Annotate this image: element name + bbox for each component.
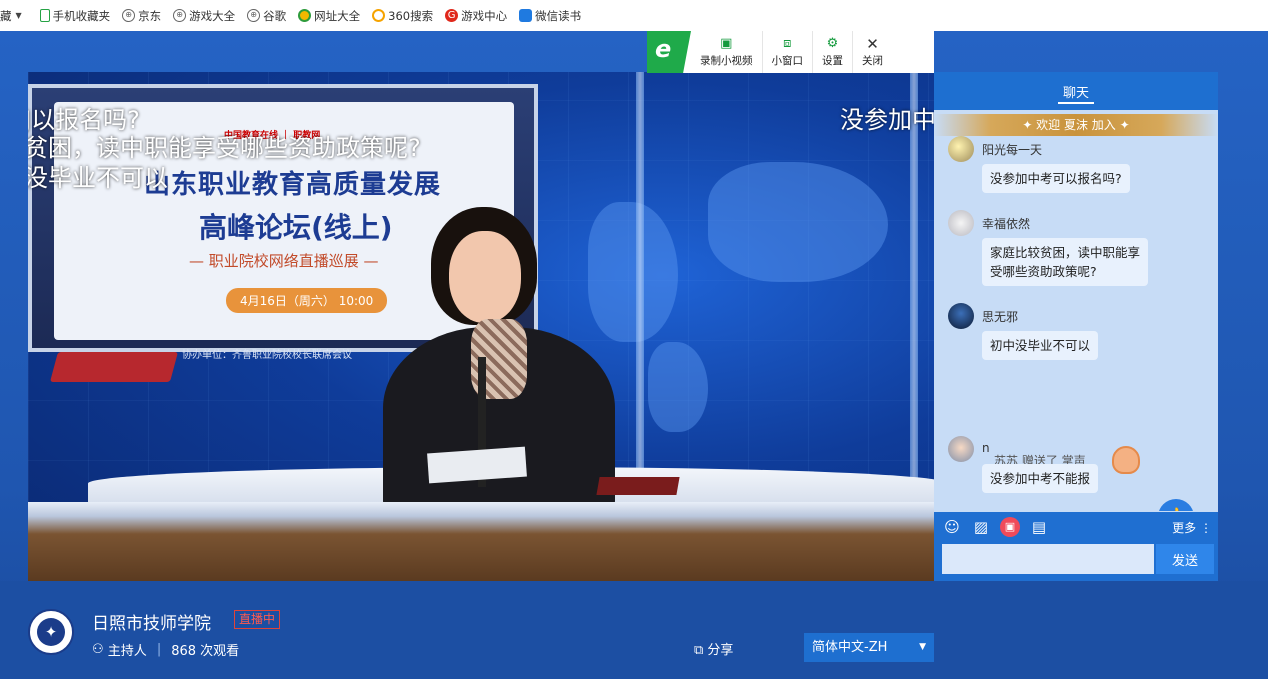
welcome-banner: ✦ 欢迎 夏沫 加入 ✦ <box>934 114 1218 136</box>
phone-icon <box>39 9 50 22</box>
avatar[interactable] <box>948 303 974 329</box>
live-badge: 直播中 <box>234 610 281 629</box>
wechat-read-icon <box>519 9 533 22</box>
poster-title-2: 高峰论坛(线上) <box>199 211 393 244</box>
bookmark-wechat-read[interactable]: 微信读书 <box>519 8 581 24</box>
thumbs-up-icon: 👍 <box>1165 507 1186 511</box>
site-nav-icon <box>298 9 312 22</box>
host-label: 主持人 <box>107 644 147 659</box>
chat-input[interactable] <box>942 544 1154 574</box>
books-prop <box>49 352 179 382</box>
mini-window-button[interactable]: ⧈ 小窗口 <box>763 31 813 73</box>
poster-title: 山东职业教育高质量发展 <box>144 170 442 200</box>
gear-icon: ⚙ <box>826 35 839 51</box>
channel-info: ✦ 日照市技师学院 直播中 ⚇ 主持人 | 868 次观看 ⧉ 分享 简体中文-… <box>0 581 1268 679</box>
danmaku: 没参加中 <box>840 106 934 134</box>
poster-cohost: 协办单位：齐鲁职业院校校长联席会议 <box>182 350 352 361</box>
video-player[interactable]: 中国教育在线 ｜ 职教网 山东职业教育高质量发展 高峰论坛(线上) — 职业院校… <box>28 72 934 581</box>
video-toolbar: e ▣ 录制小视频 ⧈ 小窗口 ⚙ 设置 ✕ 关闭 <box>647 31 934 73</box>
school-logo[interactable]: ✦ <box>28 609 74 655</box>
bookmark-gamecenter[interactable]: G 游戏中心 <box>445 8 507 24</box>
bookmark-360[interactable]: 360搜索 <box>372 8 433 24</box>
bookmark-sitenav[interactable]: 网址大全 <box>298 8 360 24</box>
close-button[interactable]: ✕ 关闭 <box>853 31 892 73</box>
tv-icon: ⧈ <box>783 35 792 51</box>
bookmark-jd[interactable]: ⊕ 京东 <box>122 8 161 24</box>
chat-messages[interactable]: 阳光每一天 没参加中考可以报名吗? 幸福依然 家庭比较贫困，读中职能享 受哪些资助… <box>934 136 1218 511</box>
browser-logo: e <box>647 31 691 73</box>
game-center-icon: G <box>445 9 459 22</box>
bookmark-mobile[interactable]: 手机收藏夹 <box>39 8 110 24</box>
avatar[interactable] <box>948 210 974 236</box>
send-button[interactable]: 发送 <box>1156 544 1214 574</box>
search-360-icon <box>372 9 386 22</box>
settings-button[interactable]: ⚙ 设置 <box>813 31 853 73</box>
danmaku: 没毕业不可以 <box>28 164 168 192</box>
user-icon: ⚇ <box>92 642 108 657</box>
calendar-icon[interactable]: ▤ <box>1029 517 1049 537</box>
share-button[interactable]: ⧉ 分享 <box>694 639 733 658</box>
gift-icon[interactable]: ▣ <box>1000 517 1020 537</box>
news-desk <box>28 502 934 581</box>
chevron-down-icon: ▼ <box>919 642 926 652</box>
language-select[interactable]: 简体中文-ZH ▼ <box>804 633 934 662</box>
like-button[interactable]: 👍 <box>1158 499 1194 511</box>
record-clip-button[interactable]: ▣ 录制小视频 <box>691 31 763 73</box>
channel-title: 日照市技师学院 <box>92 614 211 634</box>
applause-icon <box>1112 446 1140 474</box>
bookmark-cang[interactable]: 藏 ▼ <box>0 8 28 24</box>
record-icon: ▣ <box>720 35 733 51</box>
globe-icon: ⊕ <box>122 9 136 22</box>
bookmarks-bar: 藏 ▼ 手机收藏夹 ⊕ 京东 ⊕ 游戏大全 ⊕ 谷歌 网址大全 360搜索 G 游戏中心 … <box>0 0 1268 31</box>
emoji-icon[interactable]: ☺ <box>942 517 962 537</box>
poster-subtitle: — 职业院校网络直播巡展 — <box>189 252 379 270</box>
chat-toolbar: ☺ ▨ ▣ ▤ 更多 ⋮ <box>934 512 1218 542</box>
avatar[interactable] <box>948 136 974 162</box>
view-count: 868 次观看 <box>171 644 240 659</box>
chat-panel: 聊天 ✦ 欢迎 夏沫 加入 ✦ 阳光每一天 没参加中考可以报名吗? 幸福依然 家… <box>934 72 1218 581</box>
bookmark-google[interactable]: ⊕ 谷歌 <box>247 8 286 24</box>
chevron-down-icon[interactable]: ▼ <box>16 11 22 20</box>
bookmark-games[interactable]: ⊕ 游戏大全 <box>173 8 235 24</box>
globe-icon: ⊕ <box>173 9 187 22</box>
tab-chat[interactable]: 聊天 <box>934 72 1218 110</box>
avatar[interactable] <box>948 436 974 462</box>
share-icon: ⧉ <box>694 643 708 658</box>
image-icon[interactable]: ▨ <box>971 517 991 537</box>
close-icon: ✕ <box>866 34 879 53</box>
more-button[interactable]: 更多 ⋮ <box>1172 519 1212 536</box>
globe-icon: ⊕ <box>247 9 261 22</box>
poster-date: 4月16日（周六） 10:00 <box>226 288 388 313</box>
